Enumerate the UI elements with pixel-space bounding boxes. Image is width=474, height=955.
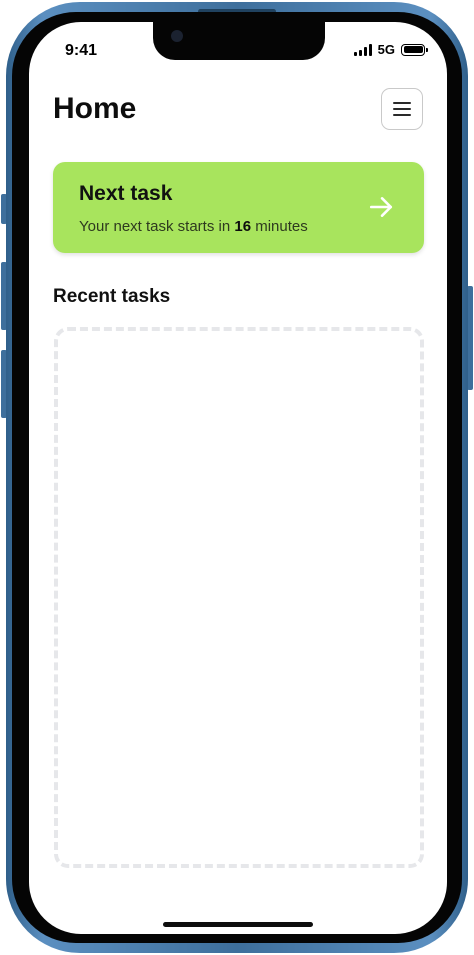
next-task-card[interactable]: Next task Your next task starts in 16 mi…: [53, 162, 424, 253]
next-task-subtitle-prefix: Your next task starts in: [79, 218, 235, 235]
recent-tasks-placeholder: [54, 327, 424, 868]
next-task-minutes: 16: [234, 218, 252, 235]
front-camera: [171, 30, 183, 42]
next-task-subtitle: Your next task starts in 16 minutes: [79, 218, 308, 235]
hamburger-menu-icon: [393, 102, 411, 116]
battery-icon: [401, 43, 428, 56]
network-type: 5G: [377, 42, 395, 57]
status-indicators: 5G: [353, 42, 428, 57]
notch: [153, 22, 325, 60]
arrow-right-icon: [369, 197, 393, 217]
recent-tasks-title: Recent tasks: [53, 286, 171, 307]
cellular-signal-icon: [353, 43, 372, 56]
phone-mockup: 9:41 5G Home Next task Your next task st…: [0, 0, 474, 955]
page-title: Home: [53, 92, 137, 125]
next-task-subtitle-suffix: minutes: [251, 218, 308, 235]
home-indicator[interactable]: [163, 922, 313, 927]
menu-button[interactable]: [381, 88, 423, 130]
app-screen: 9:41 5G Home Next task Your next task st…: [29, 22, 447, 934]
next-task-title: Next task: [79, 182, 173, 205]
status-time: 9:41: [65, 42, 98, 59]
